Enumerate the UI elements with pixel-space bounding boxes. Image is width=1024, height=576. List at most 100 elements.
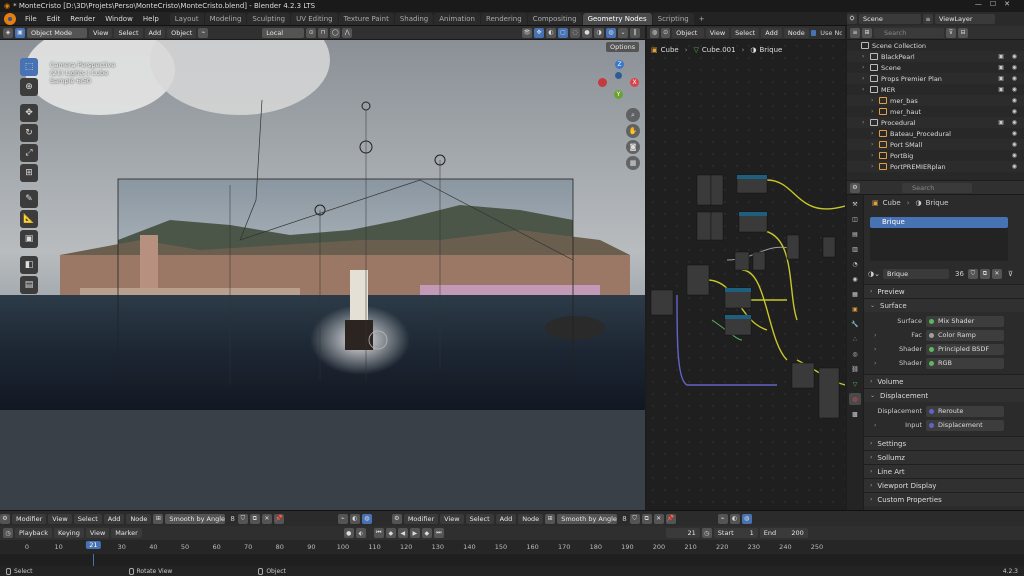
sidebar-icon[interactable]: ◍ [361,513,372,524]
tool-tab-icon[interactable]: ⚒ [849,198,861,210]
object-mode-dropdown[interactable]: Object Mode [27,27,87,38]
outliner-row[interactable]: › Scene ▣ ◉ [847,62,1024,73]
modifier-dropdown-right[interactable]: Modifier [403,513,439,524]
select-box-tool-icon[interactable]: ⬚ [20,58,38,76]
expand-arrow-icon[interactable]: › [874,422,876,429]
output-tab-icon[interactable]: ▤ [849,228,861,240]
measure-tool-icon[interactable]: 📐 [20,210,38,228]
select-mode-icon[interactable]: ▣ [15,27,25,38]
expand-arrow-icon[interactable]: › [874,360,876,367]
node-link-field[interactable]: Principled BSDF [926,343,1004,355]
playhead-line[interactable] [93,554,95,566]
preview-range-icon[interactable]: ◷ [701,528,712,538]
node-link-field[interactable]: Reroute [926,405,1004,417]
close-button[interactable]: ✕ [1004,0,1018,8]
outliner-row[interactable]: › mer_bas ◉ [847,95,1024,106]
camera-view-icon[interactable]: ◙ [626,140,640,154]
tab-shading[interactable]: Shading [394,13,434,25]
visibility-toggle-icon[interactable]: ◉ [1012,97,1020,104]
node-link-field[interactable]: Color Ramp [926,329,1004,341]
menu-render[interactable]: Render [65,12,100,26]
sidebar-icon[interactable]: ◍ [741,513,752,524]
next-key-icon[interactable]: ◆ [421,528,432,538]
visibility-toggle-icon[interactable]: ◉ [1012,152,1020,159]
jump-end-icon[interactable]: ⏭ [433,528,444,538]
shading-rendered-icon[interactable]: ◍ [606,27,616,38]
pan-hand-icon[interactable]: ✋ [626,124,640,138]
timeline-ruler[interactable]: 0 10 21 30 40 50 60 70 80 90 100 110 120 130 140 150 160… [0,540,1024,554]
outliner-type-icon[interactable]: ≡ [850,27,860,38]
overlay-icon[interactable]: ◐ [729,513,740,524]
duplicate-icon[interactable]: ⧉ [249,513,260,524]
outliner-row[interactable]: › Props Premier Plan ▣ ◉ [847,73,1024,84]
tab-animation[interactable]: Animation [434,13,480,25]
visibility-icon[interactable]: 👁 [522,27,532,38]
settings-panel[interactable]: › Settings [864,436,1024,450]
custom-properties-panel[interactable]: › Custom Properties [864,492,1024,506]
overlay-icon[interactable]: ◐ [349,513,360,524]
material-slot-item[interactable]: Brique [870,217,1008,228]
perspective-toggle-icon[interactable]: ▦ [626,156,640,170]
collection-tab-icon[interactable]: ▦ [849,288,861,300]
breadcrumb-cube[interactable]: Cube [661,46,679,54]
shading-solid-icon[interactable]: ● [582,27,592,38]
minimize-button[interactable]: — [975,0,990,8]
outliner-row[interactable]: › PortPREMIERplan ◉ [847,161,1024,172]
visibility-toggle-icon[interactable]: ▣ ◉ [998,86,1020,93]
node-tree-type-icon[interactable]: ⊙ [661,27,671,38]
material-name-field[interactable]: Brique [882,268,949,279]
geo-menu-node-right[interactable]: Node [518,513,544,524]
outliner-row[interactable]: › mer_haut ◉ [847,106,1024,117]
node-menu-add[interactable]: Add [761,27,782,38]
unlink-icon[interactable]: ✕ [991,268,1002,279]
expand-arrow-icon[interactable]: › [871,163,879,170]
expand-arrow-icon[interactable]: › [862,64,870,71]
node-menu-select[interactable]: Select [731,27,760,38]
geo-menu-add-left[interactable]: Add [103,513,125,524]
visibility-toggle-icon[interactable]: ◉ [1012,163,1020,170]
tab-compositing[interactable]: Compositing [527,13,582,25]
start-frame-field[interactable]: Start 1 [713,528,758,538]
outliner-row[interactable]: Scene Collection [847,40,1024,51]
record-icon[interactable]: ● [343,528,354,538]
expand-arrow-icon[interactable]: › [862,53,870,60]
editor-type-icon[interactable]: ◈ [3,27,13,38]
material-browse-icon[interactable]: ◑⌄ [868,270,880,278]
transform-tool-icon[interactable]: ⊞ [20,164,38,182]
scale-tool-icon[interactable]: ⤢ [20,144,38,162]
breadcrumb-material[interactable]: Brique [760,46,783,54]
sollumz-panel[interactable]: › Sollumz [864,450,1024,464]
object-tab-icon[interactable]: ▣ [849,303,861,315]
tab-sculpting[interactable]: Sculpting [247,13,291,25]
outliner-row[interactable]: › Bateau_Procedural ◉ [847,128,1024,139]
visibility-toggle-icon[interactable]: ◉ [1012,141,1020,148]
outliner-row[interactable]: › MER ▣ ◉ [847,84,1024,95]
new-collection-icon[interactable]: ⊟ [958,27,968,38]
render-tab-icon[interactable]: ◫ [849,213,861,225]
constraints-tab-icon[interactable]: ⛓ [849,363,861,375]
keyframe-icon[interactable]: ⬖ [355,528,366,538]
rotate-tool-icon[interactable]: ↻ [20,124,38,142]
marker-menu[interactable]: Marker [111,528,142,538]
display-mode-icon[interactable]: ⊞ [862,27,872,38]
transform-orientation-dropdown[interactable]: Local [262,27,305,38]
filter-icon[interactable]: ⊽ [946,27,956,38]
modifier-tab-icon[interactable]: 🔧 [849,318,861,330]
snap-icon[interactable]: ⌁ [337,513,348,524]
view-layer-selector[interactable]: ViewLayer [935,14,995,24]
properties-search-input[interactable]: Search [902,182,972,193]
viewport-menu-view[interactable]: View [89,27,113,38]
breadcrumb-mesh[interactable]: Cube.001 [702,46,736,54]
node-group-icon[interactable]: ⊞ [153,513,164,524]
options-button[interactable]: Options [606,42,640,52]
geo-menu-select-left[interactable]: Select [73,513,102,524]
geo-editor-type-icon[interactable]: ⚙ [0,513,10,524]
add-workspace-button[interactable]: + [695,15,709,23]
outliner-row[interactable]: › PortBig ◉ [847,150,1024,161]
snapping-icon[interactable]: ⊓ [318,27,329,38]
menu-edit[interactable]: Edit [42,12,66,26]
unlink-icon[interactable]: ✕ [653,513,664,524]
fake-user-icon[interactable]: ⛉ [237,513,248,524]
visibility-toggle-icon[interactable]: ◉ [1012,130,1020,137]
node-group-field-right[interactable]: Smooth by Angle [557,513,618,524]
